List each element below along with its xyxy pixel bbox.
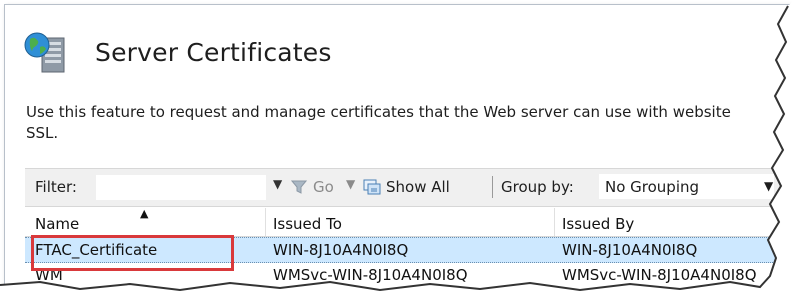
torn-edge-decoration <box>0 0 794 305</box>
